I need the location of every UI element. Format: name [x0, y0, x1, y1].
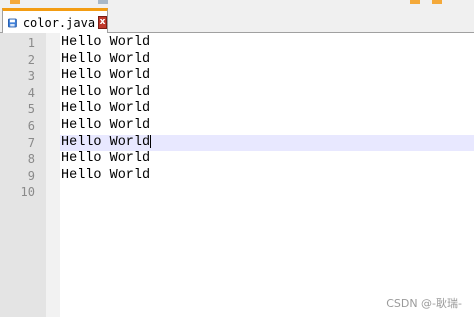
line-number: 7	[27, 135, 35, 150]
code-line[interactable]: Hello World	[60, 101, 474, 118]
code-line-text: Hello World	[61, 167, 151, 183]
fold-margin	[46, 33, 60, 317]
code-line[interactable]: Hello World	[60, 118, 474, 135]
code-line-text: Hello World	[61, 84, 151, 100]
line-number: 5	[27, 102, 35, 117]
code-line-text: Hello World	[61, 134, 151, 150]
line-number: 8	[27, 152, 35, 167]
toolbar-icon[interactable]	[10, 0, 20, 4]
current-code-line[interactable]: Hello World	[60, 134, 474, 152]
tab-label: color.java	[22, 15, 96, 30]
code-line[interactable]: Hello World	[60, 35, 474, 52]
line-numbers: 1 2 3 4 5 6 7 8 9 10	[0, 35, 35, 201]
line-number: 3	[27, 69, 35, 84]
code-line[interactable]: Hello World	[60, 68, 474, 85]
line-number: 1	[27, 36, 35, 50]
code-line-text: Hello World	[61, 35, 151, 50]
text-area[interactable]: Hello World Hello World Hello World Hell…	[60, 35, 474, 201]
tab-file[interactable]: color.java x	[2, 8, 108, 34]
code-line-text: Hello World	[61, 151, 151, 167]
watermark: CSDN @-耿瑞-	[386, 297, 462, 310]
code-line[interactable]: Hello World	[60, 168, 474, 185]
line-number: 10	[20, 185, 35, 200]
code-line[interactable]: Hello World	[60, 52, 474, 69]
text-caret	[150, 134, 152, 148]
toolbar-icon[interactable]	[98, 0, 108, 4]
code-line-text: Hello World	[61, 101, 151, 117]
close-icon[interactable]: x	[98, 16, 107, 29]
editor[interactable]: 1 2 3 4 5 6 7 8 9 10 Hello World Hello W…	[0, 33, 474, 317]
code-line[interactable]: Hello World	[60, 151, 474, 168]
tab-bar: color.java x	[0, 5, 474, 34]
code-line-text: Hello World	[61, 68, 151, 84]
save-disk-icon	[8, 18, 17, 27]
toolbar-icon[interactable]	[432, 0, 442, 4]
line-number: 6	[27, 118, 35, 133]
line-number: 9	[27, 168, 35, 183]
code-line[interactable]: Hello World	[60, 85, 474, 102]
line-number: 4	[27, 85, 35, 100]
code-line[interactable]	[60, 184, 474, 201]
code-line-text: Hello World	[61, 117, 151, 133]
code-line-text: Hello World	[61, 51, 151, 67]
toolbar-icon[interactable]	[410, 0, 420, 4]
line-number: 2	[27, 52, 35, 67]
line-number-gutter: 1 2 3 4 5 6 7 8 9 10	[0, 33, 46, 317]
